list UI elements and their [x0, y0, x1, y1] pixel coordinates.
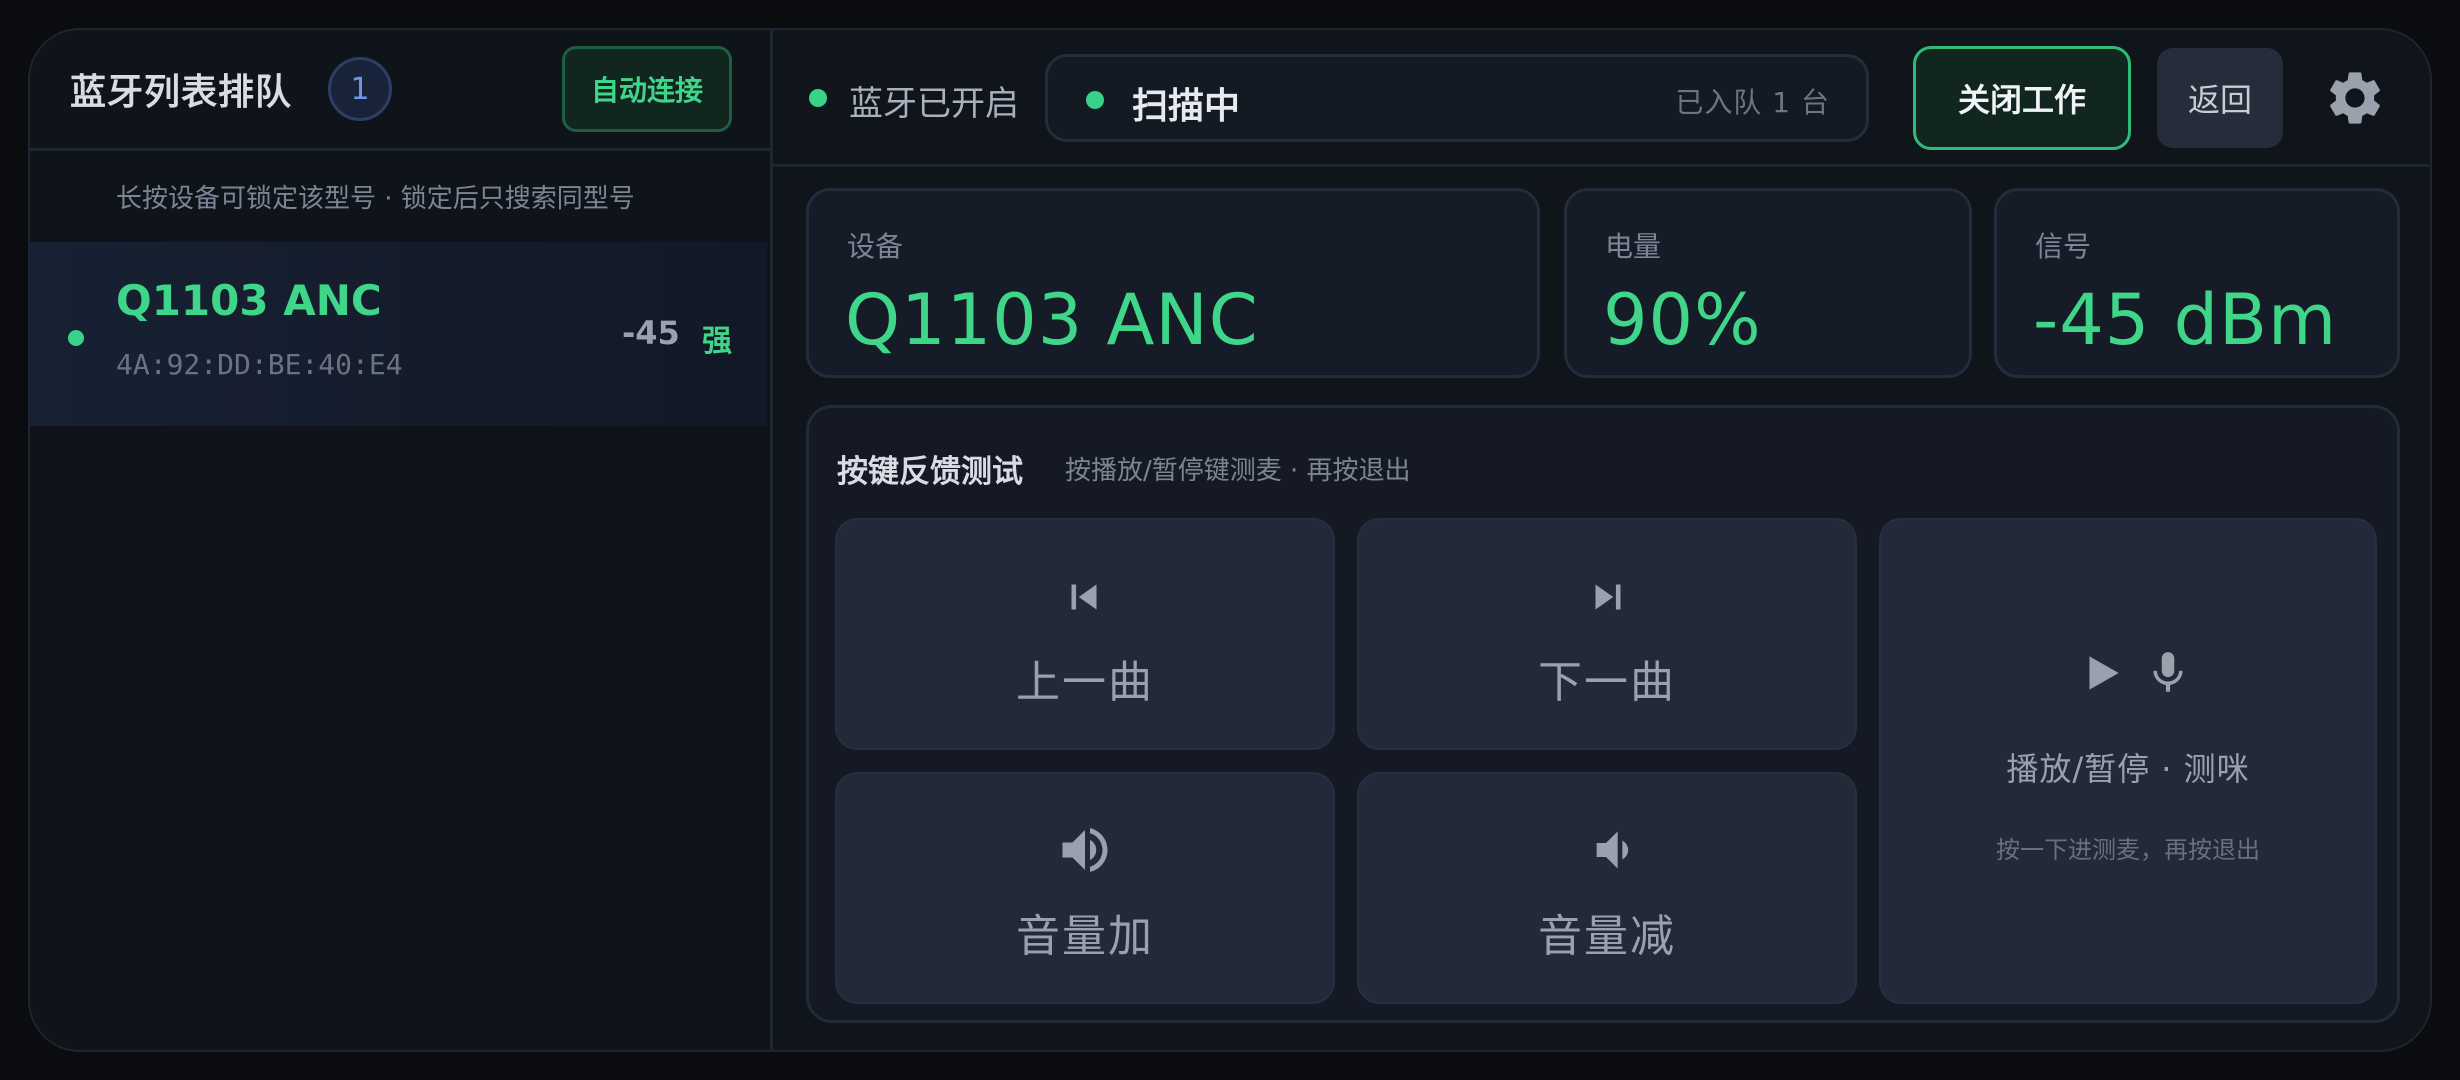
- device-list-item[interactable]: Q1103 ANC 4A:92:DD:BE:40:E4 -45 强: [30, 242, 767, 426]
- key-test-subtitle: 按播放/暂停键测麦 · 再按退出: [1065, 456, 1411, 486]
- top-bar: 蓝牙已开启 扫描中 已入队 1 台 关闭工作 返回: [773, 30, 2430, 167]
- app-window: 蓝牙列表排队 1 自动连接 长按设备可锁定该型号 · 锁定后只搜索同型号 Q11…: [28, 28, 2432, 1052]
- queue-count-text: 已入队 1 台: [1675, 86, 1830, 119]
- queue-count-badge: 1: [328, 57, 392, 121]
- signal-card-label: 信号: [2035, 230, 2092, 263]
- device-card: 设备 Q1103 ANC: [806, 188, 1540, 378]
- back-button[interactable]: 返回: [2157, 48, 2283, 148]
- device-name: Q1103 ANC: [116, 276, 382, 325]
- play-pause-mic-key[interactable]: 播放/暂停 · 测咪 按一下进测麦，再按退出: [1879, 518, 2377, 1004]
- battery-card-value: 90%: [1603, 279, 1762, 361]
- device-card-value: Q1103 ANC: [845, 279, 1259, 361]
- volume-down-label: 音量减: [1538, 911, 1676, 962]
- play-pause-label: 播放/暂停 · 测咪: [2006, 750, 2250, 788]
- next-track-key[interactable]: 下一曲: [1357, 518, 1857, 750]
- key-test-panel: 按键反馈测试 按播放/暂停键测麦 · 再按退出 上一曲 下一曲 音量加 音量减 …: [806, 405, 2400, 1023]
- battery-card-label: 电量: [1605, 230, 1662, 263]
- lock-hint: 长按设备可锁定该型号 · 锁定后只搜索同型号: [116, 184, 635, 214]
- volume-down-key[interactable]: 音量减: [1357, 772, 1857, 1004]
- bluetooth-status: 蓝牙已开启: [849, 84, 1019, 124]
- device-queue-panel: 蓝牙列表排队 1 自动连接 长按设备可锁定该型号 · 锁定后只搜索同型号 Q11…: [30, 30, 773, 1050]
- device-signal-strength: 强: [702, 324, 732, 359]
- battery-card: 电量 90%: [1564, 188, 1972, 378]
- volume-up-key[interactable]: 音量加: [835, 772, 1335, 1004]
- microphone-icon: [2153, 652, 2183, 692]
- prev-track-key[interactable]: 上一曲: [835, 518, 1335, 750]
- volume-up-icon: [1062, 828, 1108, 872]
- play-icon: [2089, 656, 2119, 690]
- prev-track-label: 上一曲: [1016, 657, 1154, 708]
- bluetooth-status-dot: [809, 89, 827, 107]
- key-test-title: 按键反馈测试: [837, 454, 1023, 490]
- auto-connect-button[interactable]: 自动连接: [562, 46, 732, 132]
- queue-header: 蓝牙列表排队 1 自动连接: [30, 30, 770, 151]
- next-track-label: 下一曲: [1538, 657, 1676, 708]
- queue-title: 蓝牙列表排队: [70, 72, 293, 113]
- scan-status-pill: 扫描中 已入队 1 台: [1045, 54, 1869, 142]
- gear-icon[interactable]: [2323, 66, 2387, 130]
- stop-work-button[interactable]: 关闭工作: [1913, 46, 2131, 150]
- device-rssi: -45: [622, 314, 680, 352]
- connected-dot: [68, 330, 84, 346]
- skip-next-icon: [1595, 584, 1621, 610]
- play-pause-hint: 按一下进测麦，再按退出: [1996, 836, 2260, 864]
- volume-up-label: 音量加: [1016, 911, 1154, 962]
- device-card-label: 设备: [847, 230, 904, 263]
- volume-down-icon: [1596, 831, 1629, 869]
- scan-status: 扫描中: [1132, 86, 1241, 127]
- skip-previous-icon: [1071, 584, 1097, 610]
- device-mac: 4A:92:DD:BE:40:E4: [116, 348, 403, 381]
- signal-card: 信号 -45 dBm: [1994, 188, 2400, 378]
- scan-status-dot: [1086, 91, 1104, 109]
- signal-card-value: -45 dBm: [2033, 279, 2338, 361]
